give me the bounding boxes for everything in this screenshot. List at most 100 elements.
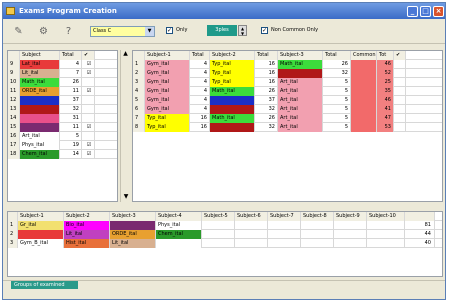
row-checkbox[interactable] — [394, 123, 406, 132]
subject-2-cell[interactable]: Math_ital — [210, 114, 255, 123]
edit-icon[interactable]: ✎ — [10, 23, 27, 40]
subject-cell[interactable]: Bio_ital — [64, 221, 110, 230]
table-row[interactable]: 13 32 — [8, 105, 117, 114]
row-checkbox[interactable] — [82, 96, 95, 105]
row-checkbox[interactable] — [394, 78, 406, 87]
table-row[interactable]: 9 Lit_ital 7 ☑ — [8, 69, 117, 78]
table-row[interactable]: 10 Math_ital 26 — [8, 78, 117, 87]
table-row[interactable]: 8 Typ_ital 16 32 Art_ital 5 53 — [133, 123, 442, 132]
left-scrollbar[interactable]: ▲ ▼ — [120, 50, 130, 202]
subject-cell[interactable]: Lit_ital — [110, 239, 156, 248]
row-checkbox[interactable] — [82, 114, 95, 123]
group-size-field[interactable]: 3ples — [207, 25, 237, 36]
row-checkbox[interactable] — [82, 132, 95, 141]
spinner-buttons[interactable]: ▲ ▼ — [238, 25, 247, 36]
subject-cell[interactable] — [110, 221, 156, 230]
subject-1-cell[interactable]: Gym_ital — [145, 96, 190, 105]
table-row[interactable]: 11 ORDE_ital 11 ☑ — [8, 87, 117, 96]
table-row[interactable]: 16 Art_ital 5 — [8, 132, 117, 141]
subject-cell[interactable] — [20, 123, 60, 132]
subject-1-cell[interactable]: Typ_ital — [145, 123, 190, 132]
subject-2-cell[interactable] — [210, 105, 255, 114]
row-checkbox[interactable]: ☑ — [82, 87, 95, 96]
subject-2-cell[interactable] — [210, 96, 255, 105]
row-checkbox[interactable]: ☑ — [82, 150, 95, 159]
scroll-up-icon[interactable]: ▲ — [121, 50, 130, 57]
subject-cell[interactable]: Gym_B_ital — [18, 239, 64, 248]
subject-cell[interactable]: Phys_ital — [156, 221, 202, 230]
subject-cell[interactable] — [20, 96, 60, 105]
subject-cell[interactable]: Gr_ital — [18, 221, 64, 230]
table-row[interactable]: 2 Lit_ital ORDE_ital Chem_ital 44 — [8, 230, 442, 239]
subject-cell[interactable]: ORDE_ital — [20, 87, 60, 96]
subject-1-cell[interactable]: Gym_ital — [145, 78, 190, 87]
subject-3-cell[interactable] — [278, 69, 323, 78]
only-checkbox[interactable]: ✓ — [166, 27, 173, 34]
help-icon[interactable]: ? — [60, 23, 77, 40]
subject-2-cell[interactable]: Typ_ital — [210, 69, 255, 78]
table-row[interactable]: 9 Lat_ital 4 ☑ — [8, 60, 117, 69]
subject-cell[interactable] — [18, 230, 64, 239]
minimize-button[interactable]: _ — [407, 6, 418, 17]
subject-3-cell[interactable]: Art_ital — [278, 105, 323, 114]
subject-cell[interactable]: Chem_ital — [20, 150, 60, 159]
row-checkbox[interactable] — [82, 105, 95, 114]
subject-cell[interactable]: Hist_ital — [64, 239, 110, 248]
subject-3-cell[interactable]: Art_ital — [278, 114, 323, 123]
table-row[interactable]: 2 Gym_ital 4 Typ_ital 16 32 52 — [133, 69, 442, 78]
row-checkbox[interactable] — [394, 96, 406, 105]
subject-3-cell[interactable]: Art_ital — [278, 78, 323, 87]
subject-cell[interactable]: Chem_ital — [156, 230, 202, 239]
subject-2-cell[interactable]: Typ_ital — [210, 60, 255, 69]
row-checkbox[interactable] — [394, 114, 406, 123]
subject-cell[interactable]: ORDE_ital — [110, 230, 156, 239]
table-row[interactable]: 3 Gym_ital 4 Typ_ital 16 Art_ital 5 25 — [133, 78, 442, 87]
table-row[interactable]: 7 Typ_ital 16 Math_ital 26 Art_ital 5 47 — [133, 114, 442, 123]
row-checkbox[interactable]: ☑ — [82, 123, 95, 132]
table-row[interactable]: 14 31 — [8, 114, 117, 123]
row-checkbox[interactable] — [394, 87, 406, 96]
subject-1-cell[interactable]: Gym_ital — [145, 105, 190, 114]
tab-groups-of-examined[interactable]: Groups of examined — [11, 281, 78, 289]
table-row[interactable]: 17 Phys_ital 19 ☑ — [8, 141, 117, 150]
row-checkbox[interactable] — [82, 78, 95, 87]
row-checkbox[interactable]: ☑ — [82, 60, 95, 69]
subject-cell[interactable] — [20, 105, 60, 114]
close-button[interactable]: × — [433, 6, 444, 17]
table-row[interactable]: 5 Gym_ital 4 37 Art_ital 5 46 — [133, 96, 442, 105]
subject-2-cell[interactable] — [210, 123, 255, 132]
table-row[interactable]: 3 Gym_B_ital Hist_ital Lit_ital 40 — [8, 239, 442, 248]
row-checkbox[interactable] — [394, 105, 406, 114]
row-checkbox[interactable]: ☑ — [82, 69, 95, 78]
subject-3-cell[interactable]: Math_ital — [278, 60, 323, 69]
subject-cell[interactable]: Lat_ital — [20, 60, 60, 69]
subject-cell[interactable] — [156, 239, 202, 248]
subject-1-cell[interactable]: Typ_ital — [145, 114, 190, 123]
table-row[interactable]: 6 Gym_ital 4 32 Art_ital 5 41 — [133, 105, 442, 114]
table-row[interactable]: 12 37 — [8, 96, 117, 105]
row-checkbox[interactable] — [394, 69, 406, 78]
subject-3-cell[interactable]: Art_ital — [278, 123, 323, 132]
row-checkbox[interactable] — [394, 60, 406, 69]
table-row[interactable]: 1 Gr_ital Bio_ital Phys_ital 81 — [8, 221, 442, 230]
settings-icon[interactable]: ⚙ — [35, 23, 52, 40]
table-row[interactable]: 18 Chem_ital 14 ☑ — [8, 150, 117, 159]
table-row[interactable]: 1 Gym_ital 4 Typ_ital 16 Math_ital 26 46 — [133, 60, 442, 69]
subject-1-cell[interactable]: Gym_ital — [145, 87, 190, 96]
subject-cell[interactable]: Lit_ital — [20, 69, 60, 78]
subject-3-cell[interactable]: Art_ital — [278, 96, 323, 105]
non-common-checkbox[interactable]: ✓ — [261, 27, 268, 34]
maximize-button[interactable]: □ — [420, 6, 431, 17]
subject-cell[interactable]: Lit_ital — [64, 230, 110, 239]
subject-2-cell[interactable]: Math_ital — [210, 87, 255, 96]
subject-cell[interactable]: Math_ital — [20, 78, 60, 87]
subject-1-cell[interactable]: Gym_ital — [145, 69, 190, 78]
subject-cell[interactable]: Phys_ital — [20, 141, 60, 150]
subject-3-cell[interactable]: Art_ital — [278, 87, 323, 96]
scroll-down-icon[interactable]: ▼ — [121, 193, 131, 200]
row-checkbox[interactable]: ☑ — [82, 141, 95, 150]
subject-2-cell[interactable]: Typ_ital — [210, 78, 255, 87]
subject-cell[interactable] — [20, 114, 60, 123]
table-row[interactable]: 15 11 ☑ — [8, 123, 117, 132]
class-select[interactable]: Class C ▼ — [90, 26, 155, 37]
